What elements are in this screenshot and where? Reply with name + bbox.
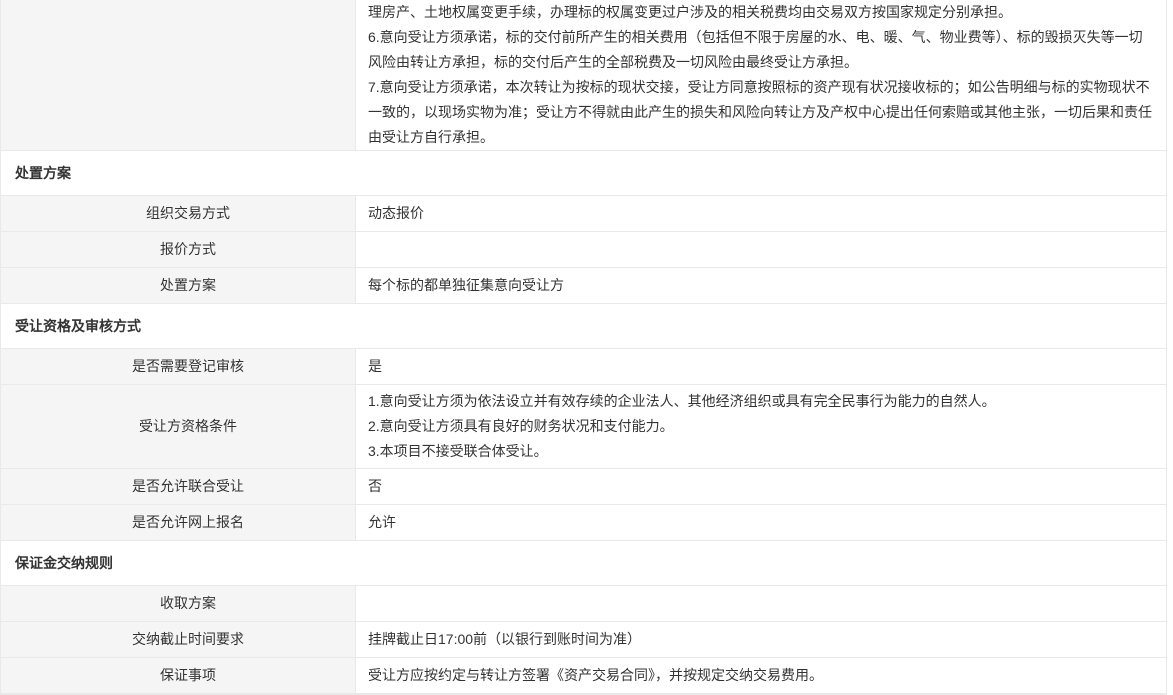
table-row-registration-review: 是否需要登记审核 是 [1,349,1166,385]
field-value: 挂牌截止日17:00前（以银行到账时间为准） [356,622,1166,657]
section-header-disposal-plan: 处置方案 [1,151,1166,196]
table-row-payment-deadline: 交纳截止时间要求 挂牌截止日17:00前（以银行到账时间为准） [1,622,1166,658]
field-value: 1.意向受让方须为依法设立并有效存续的企业法人、其他经济组织或具有完全民事行为能… [356,385,1166,468]
field-label: 受让方资格条件 [1,385,356,468]
field-value: 受让方应按约定与转让方签署《资产交易合同》，并按规定交纳交易费用。 [356,658,1166,693]
field-label: 保证事项 [1,658,356,693]
field-value [356,586,1166,621]
table-row-disposal-plan: 处置方案 每个标的都单独征集意向受让方 [1,268,1166,304]
field-label: 组织交易方式 [1,196,356,231]
table-row-quote-method: 报价方式 [1,232,1166,268]
table-row-terms-continuation: 理房产、土地权属变更手续，办理标的权属变更过户涉及的相关税费均由交易双方按国家规… [1,0,1166,151]
empty-field-label [1,0,356,150]
field-value: 动态报价 [356,196,1166,231]
field-label: 收取方案 [1,586,356,621]
table-row-qualification-conditions: 受让方资格条件 1.意向受让方须为依法设立并有效存续的企业法人、其他经济组织或具… [1,385,1166,469]
field-value: 每个标的都单独征集意向受让方 [356,268,1166,303]
table-row-joint-transfer: 是否允许联合受让 否 [1,469,1166,505]
field-value [356,232,1166,267]
table-row-online-signup: 是否允许网上报名 允许 [1,505,1166,541]
terms-continuation-text: 理房产、土地权属变更手续，办理标的权属变更过户涉及的相关税费均由交易双方按国家规… [356,0,1166,150]
field-label: 处置方案 [1,268,356,303]
listing-detail-table: 理房产、土地权属变更手续，办理标的权属变更过户涉及的相关税费均由交易双方按国家规… [0,0,1167,695]
field-label: 交纳截止时间要求 [1,622,356,657]
field-value: 否 [356,469,1166,504]
table-row-collection-plan: 收取方案 [1,586,1166,622]
table-row-guarantee-matters: 保证事项 受让方应按约定与转让方签署《资产交易合同》，并按规定交纳交易费用。 [1,658,1166,694]
field-label: 是否允许网上报名 [1,505,356,540]
field-label: 报价方式 [1,232,356,267]
table-row-trade-method: 组织交易方式 动态报价 [1,196,1166,232]
field-label: 是否允许联合受让 [1,469,356,504]
field-value: 允许 [356,505,1166,540]
section-header-transferee-qualification: 受让资格及审核方式 [1,304,1166,349]
field-label: 是否需要登记审核 [1,349,356,384]
section-header-deposit-rules: 保证金交纳规则 [1,541,1166,586]
field-value: 是 [356,349,1166,384]
